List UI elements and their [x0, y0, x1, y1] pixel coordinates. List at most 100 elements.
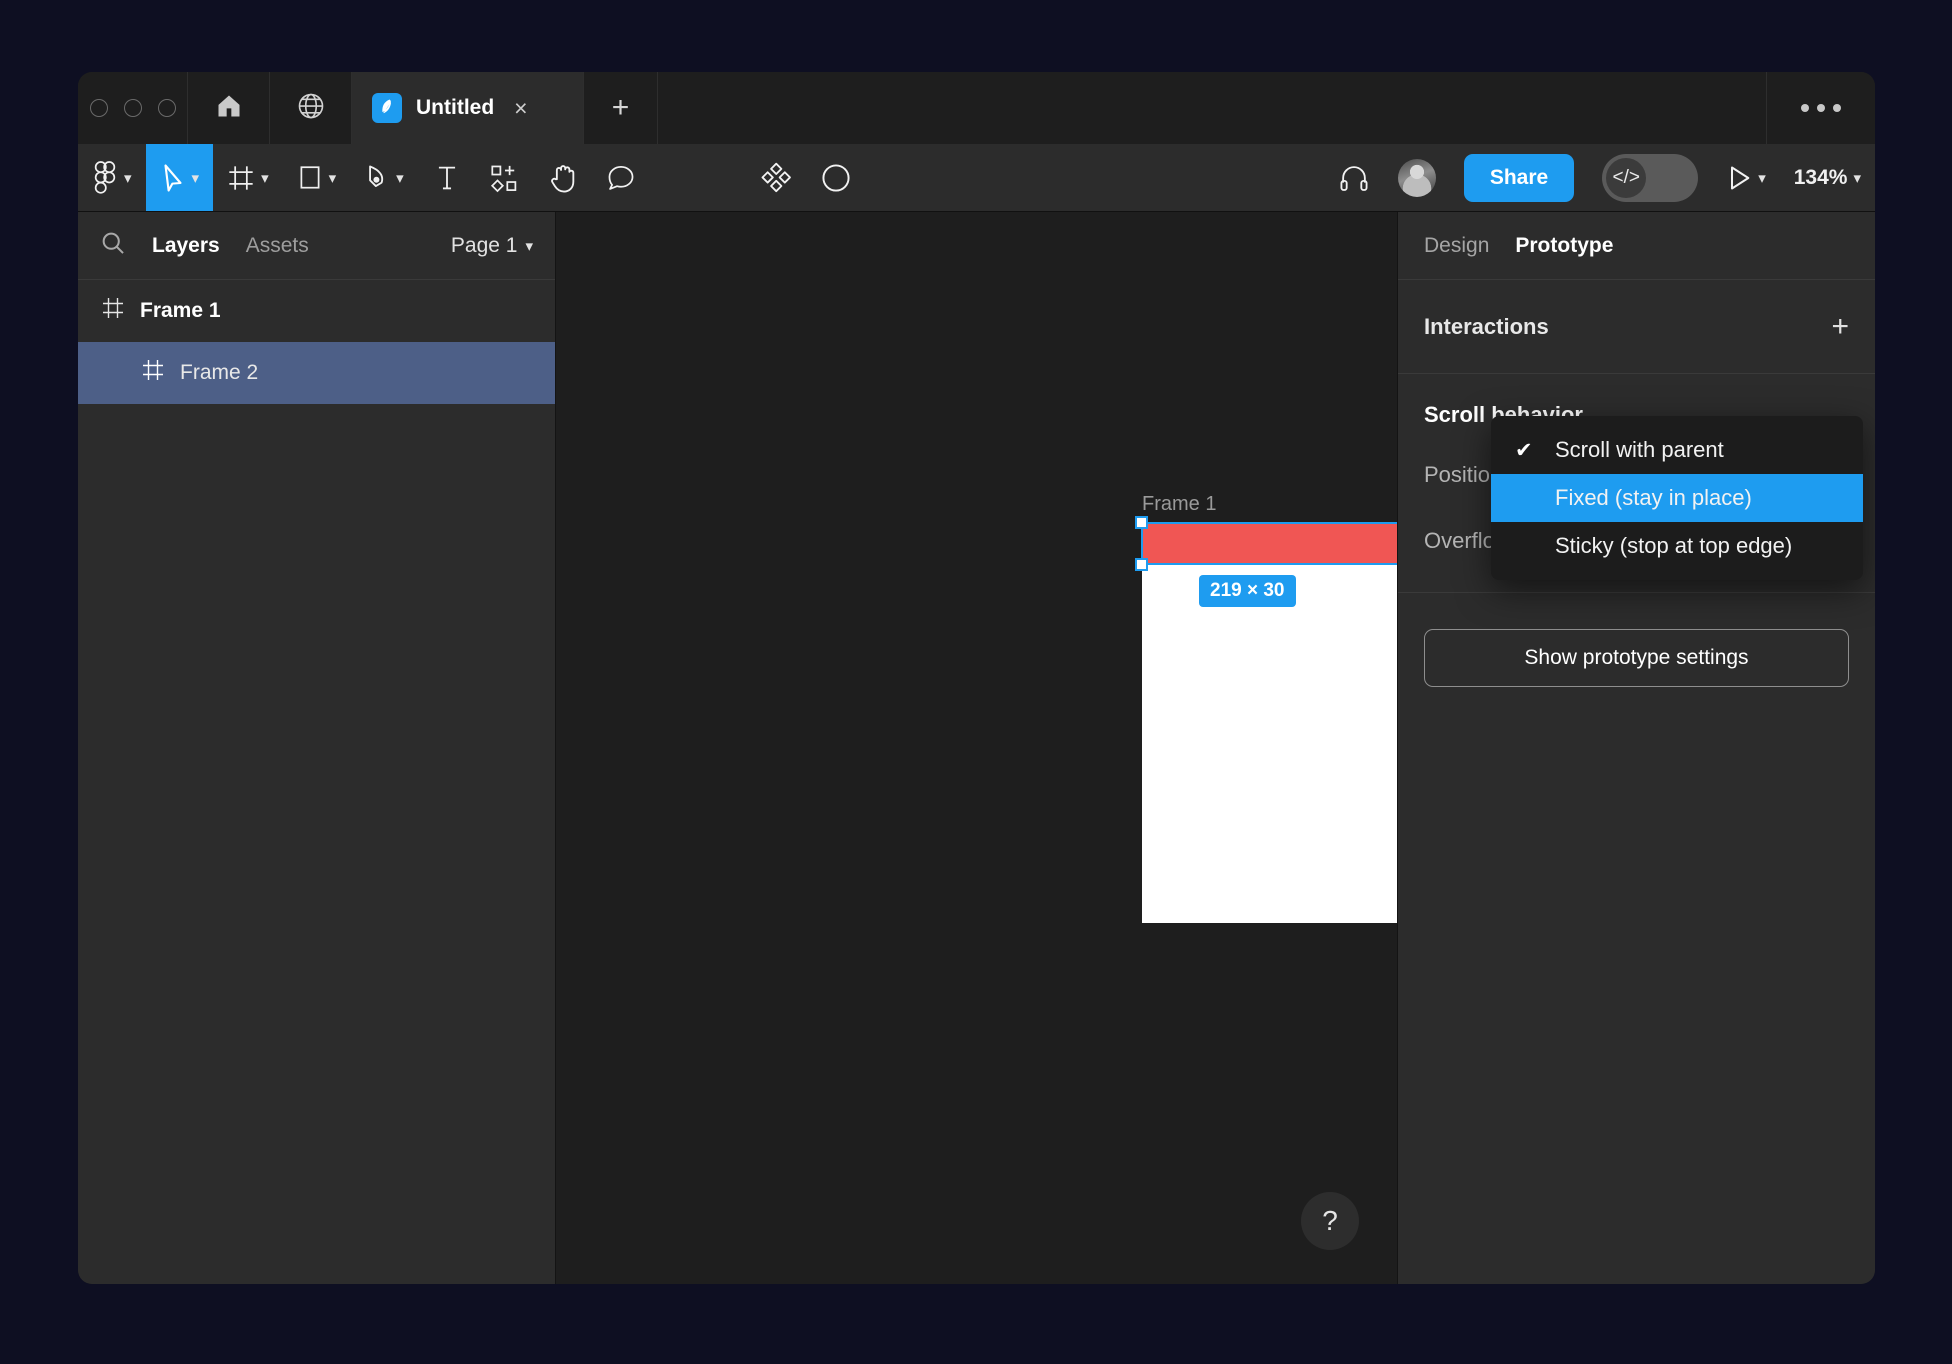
comment-icon — [606, 163, 636, 193]
frame-icon — [227, 164, 255, 192]
explore-community-button[interactable] — [270, 72, 352, 144]
canvas-frame-label[interactable]: Frame 1 — [1142, 493, 1216, 516]
minimize-window-button[interactable] — [123, 99, 142, 117]
left-panel-header: Layers Assets Page 1 ▾ — [78, 212, 555, 280]
left-panel: Layers Assets Page 1 ▾ Frame 1 Frame 2 — [78, 212, 556, 1284]
plugins-button[interactable] — [746, 144, 806, 211]
headphones-icon — [1338, 162, 1370, 194]
hand-icon — [548, 162, 578, 194]
rectangle-icon — [297, 164, 323, 192]
figma-menu-tool[interactable]: ▾ — [78, 144, 146, 211]
close-icon[interactable]: × — [514, 96, 527, 120]
frame-icon — [142, 359, 164, 387]
figma-icon — [372, 93, 402, 123]
cursor-icon — [160, 163, 186, 193]
tab-prototype[interactable]: Prototype — [1515, 234, 1613, 258]
chevron-down-icon: ▾ — [1853, 170, 1861, 187]
app-body: Layers Assets Page 1 ▾ Frame 1 Frame 2 F… — [78, 212, 1875, 1284]
chevron-down-icon: ▾ — [328, 170, 337, 187]
titlebar-spacer — [658, 72, 1767, 144]
ellipsis-icon — [1833, 104, 1841, 112]
layer-row-frame-2[interactable]: Frame 2 — [78, 342, 555, 404]
search-icon[interactable] — [100, 230, 126, 261]
page-selector-label: Page 1 — [450, 233, 518, 257]
add-interaction-button[interactable]: + — [1831, 311, 1849, 342]
zoom-level-label: 134% — [1793, 165, 1848, 189]
home-icon — [215, 92, 243, 125]
toolbar-flex-gap — [866, 144, 1324, 211]
show-prototype-settings-button[interactable]: Show prototype settings — [1424, 629, 1849, 687]
move-tool[interactable]: ▾ — [145, 144, 214, 211]
right-panel-tabs: Design Prototype — [1398, 212, 1875, 280]
plugins-diamond-icon — [760, 162, 792, 194]
comment-tool[interactable] — [592, 144, 650, 211]
chevron-down-icon: ▾ — [525, 238, 533, 255]
share-button[interactable]: Share — [1463, 153, 1575, 202]
text-icon — [434, 163, 460, 193]
titlebar: Untitled × + — [78, 72, 1875, 144]
layer-name: Frame 2 — [180, 361, 259, 384]
avatar[interactable] — [1384, 144, 1450, 211]
file-tab-untitled[interactable]: Untitled × — [352, 72, 584, 144]
dev-mode-toggle[interactable]: </> — [1588, 144, 1712, 211]
shape-tool[interactable]: ▾ — [283, 144, 351, 211]
chevron-down-icon: ▾ — [261, 170, 269, 187]
chevron-down-icon: ▾ — [1758, 170, 1766, 187]
chevron-down-icon: ▾ — [124, 170, 132, 187]
contrast-button[interactable] — [806, 144, 866, 211]
tab-title: Untitled — [416, 96, 495, 119]
menu-item-scroll-with-parent[interactable]: ✔ Scroll with parent — [1491, 426, 1863, 474]
code-icon: </> — [1606, 157, 1647, 198]
canvas[interactable]: Frame 1 219 × 30 ? — [556, 212, 1397, 1284]
pen-tool[interactable]: ▾ — [350, 144, 418, 211]
menu-item-sticky[interactable]: Sticky (stop at top edge) — [1491, 522, 1863, 570]
figma-app-window: Untitled × + ▾ ▾ ▾ ▾ ▾ Share </> ▾ 134% … — [78, 72, 1875, 1284]
check-icon: ✔ — [1515, 438, 1533, 462]
maximize-window-button[interactable] — [157, 99, 176, 117]
share-button-wrap: Share — [1450, 144, 1588, 211]
contrast-icon — [820, 162, 852, 194]
ellipsis-icon — [1817, 104, 1825, 112]
scroll-position-dropdown-menu[interactable]: ✔ Scroll with parent Fixed (stay in plac… — [1491, 416, 1863, 580]
play-icon — [1726, 164, 1752, 192]
zoom-control[interactable]: 134% ▾ — [1780, 144, 1875, 211]
tab-design[interactable]: Design — [1424, 234, 1489, 258]
ellipsis-icon — [1801, 104, 1809, 112]
chevron-down-icon: ▾ — [396, 170, 404, 187]
user-avatar — [1397, 158, 1436, 197]
menu-item-label: Fixed (stay in place) — [1555, 485, 1752, 510]
audio-call-button[interactable] — [1324, 144, 1384, 211]
figma-logo-icon — [92, 160, 118, 195]
menu-item-fixed[interactable]: Fixed (stay in place) — [1491, 474, 1863, 522]
toolbar: ▾ ▾ ▾ ▾ ▾ Share </> ▾ 134% ▾ — [78, 144, 1875, 212]
canvas-rectangle-frame-2[interactable] — [1142, 523, 1397, 564]
new-tab-button[interactable]: + — [584, 72, 658, 144]
components-tool[interactable] — [476, 144, 534, 211]
tab-assets[interactable]: Assets — [246, 234, 309, 258]
layer-row-frame-1[interactable]: Frame 1 — [78, 280, 555, 342]
page-selector[interactable]: Page 1 ▾ — [451, 234, 533, 258]
menu-item-label: Sticky (stop at top edge) — [1555, 533, 1793, 558]
selection-size-badge: 219 × 30 — [1199, 575, 1296, 607]
toolbar-gap — [650, 144, 746, 211]
interactions-title: Interactions — [1424, 313, 1549, 339]
help-button[interactable]: ? — [1301, 1192, 1359, 1250]
main-menu-button[interactable] — [1767, 72, 1875, 144]
text-tool[interactable] — [418, 144, 476, 211]
tab-layers[interactable]: Layers — [152, 234, 220, 258]
hand-tool[interactable] — [534, 144, 592, 211]
chevron-down-icon: ▾ — [191, 170, 200, 187]
traffic-lights — [78, 72, 188, 144]
interactions-section: Interactions + — [1398, 280, 1875, 374]
globe-icon — [296, 91, 326, 126]
home-button[interactable] — [188, 72, 270, 144]
frame-tool[interactable]: ▾ — [213, 144, 283, 211]
close-window-button[interactable] — [89, 99, 108, 117]
pen-icon — [364, 163, 390, 193]
frame-icon — [102, 297, 124, 325]
right-panel: Design Prototype Interactions + Scroll b… — [1397, 212, 1875, 1284]
layer-name: Frame 1 — [140, 299, 221, 322]
components-icon — [490, 163, 520, 193]
present-button[interactable]: ▾ — [1712, 144, 1780, 211]
dev-mode-switch[interactable]: </> — [1602, 153, 1699, 202]
